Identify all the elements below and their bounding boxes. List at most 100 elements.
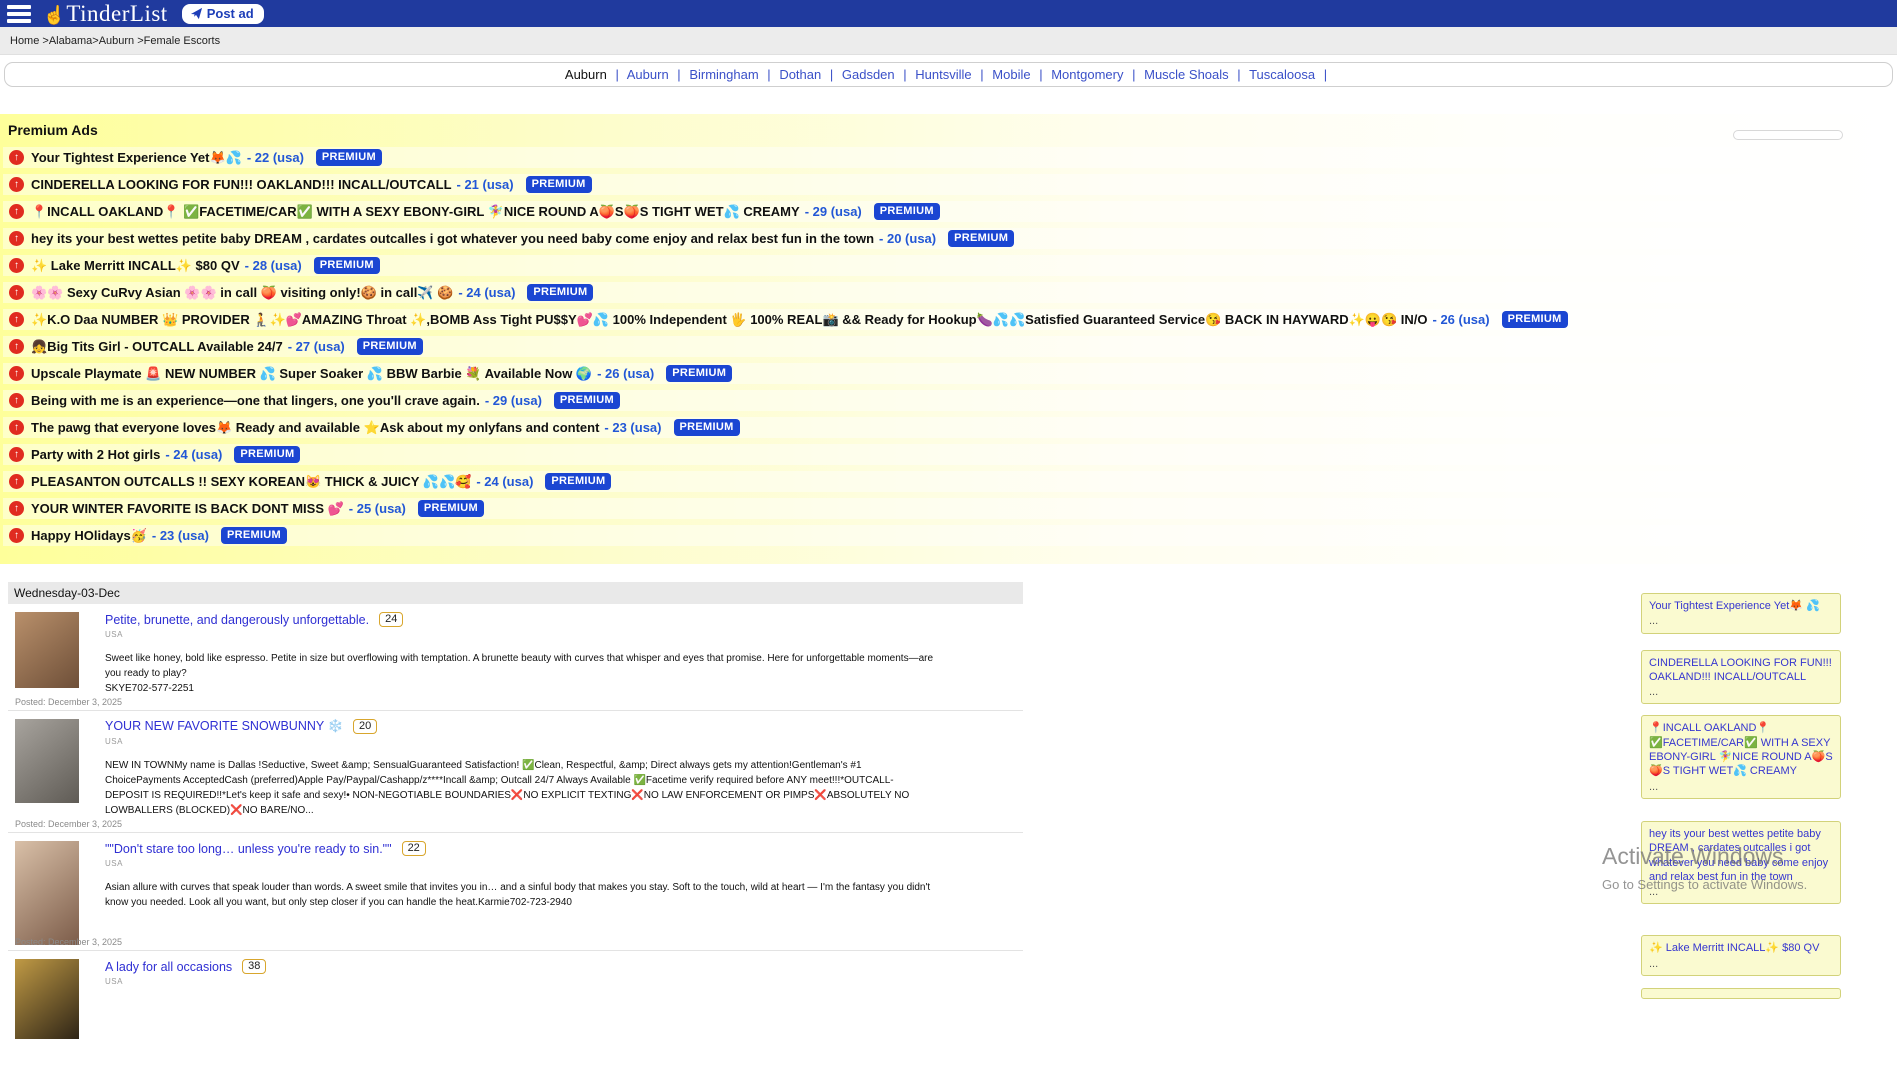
premium-badge[interactable]: PREMIUM [527, 284, 593, 301]
listing-title-link[interactable]: YOUR NEW FAVORITE SNOWBUNNY ❄️ [105, 719, 343, 734]
breadcrumb-link[interactable]: Home [10, 35, 39, 47]
sidebar-ad-title[interactable]: hey its your best wettes petite baby DRE… [1649, 827, 1833, 884]
premium-ad-age: - 27 (usa) [288, 339, 345, 354]
premium-ad-row[interactable]: ↑ PLEASANTON OUTCALLS !! SEXY KOREAN😻 TH… [3, 471, 1887, 492]
premium-ad-row[interactable]: ↑ hey its your best wettes petite baby D… [3, 228, 1887, 249]
city-separator: | [1319, 67, 1332, 82]
breadcrumb-link[interactable]: Alabama [49, 35, 92, 47]
listing-photo[interactable] [15, 959, 79, 1039]
breadcrumb-link[interactable]: Female Escorts [144, 35, 220, 47]
premium-badge[interactable]: PREMIUM [666, 365, 732, 382]
premium-ad-title[interactable]: The pawg that everyone loves🦊 Ready and … [31, 420, 599, 436]
premium-badge[interactable]: PREMIUM [948, 230, 1014, 247]
sidebar-ad-box[interactable]: hey its your best wettes petite baby DRE… [1641, 821, 1841, 904]
premium-ad-row[interactable]: ↑ The pawg that everyone loves🦊 Ready an… [3, 417, 1887, 438]
premium-ad-age: - 24 (usa) [458, 285, 515, 300]
premium-ad-age: - 23 (usa) [152, 528, 209, 543]
city-link[interactable]: Auburn [565, 67, 607, 82]
premium-ad-row[interactable]: ↑ 🌸🌸 Sexy CuRvy Asian 🌸🌸 in call 🍑 visit… [3, 282, 1887, 303]
sidebar-ad-box[interactable]: 📍INCALL OAKLAND📍 ✅FACETIME/CAR✅ WITH A S… [1641, 715, 1841, 798]
premium-ad-title[interactable]: ✨ Lake Merritt INCALL✨ $80 QV [31, 258, 240, 274]
listing-age-badge: 38 [242, 959, 266, 974]
breadcrumb: Home > Alabama > Auburn > Female Escorts [0, 27, 1897, 55]
premium-badge[interactable]: PREMIUM [357, 338, 423, 355]
premium-ad-title[interactable]: Your Tightest Experience Yet🦊💦 [31, 150, 242, 166]
premium-ad-title[interactable]: CINDERELLA LOOKING FOR FUN!!! OAKLAND!!!… [31, 177, 452, 192]
listing-photo[interactable] [15, 841, 79, 945]
listing-title-link[interactable]: A lady for all occasions [105, 960, 232, 974]
city-separator: | [762, 67, 775, 82]
up-arrow-icon: ↑ [9, 366, 24, 381]
site-logo[interactable]: ☝ TinderList [43, 1, 168, 27]
sidebar-ad-title[interactable]: Your Tightest Experience Yet🦊 💦 [1649, 599, 1833, 613]
listing-description: Sweet like honey, bold like espresso. Pe… [105, 651, 935, 681]
premium-ad-title[interactable]: hey its your best wettes petite baby DRE… [31, 231, 874, 246]
premium-ad-title[interactable]: YOUR WINTER FAVORITE IS BACK DONT MISS 💕 [31, 501, 344, 517]
city-link[interactable]: Mobile [992, 67, 1030, 82]
premium-badge[interactable]: PREMIUM [234, 446, 300, 463]
city-link[interactable]: Muscle Shoals [1144, 67, 1229, 82]
premium-ad-title[interactable]: PLEASANTON OUTCALLS !! SEXY KOREAN😻 THIC… [31, 474, 471, 490]
premium-ad-row[interactable]: ↑ ✨K.O Daa NUMBER 👑 PROVIDER 🧎✨💕AMAZING … [3, 309, 1887, 330]
premium-badge[interactable]: PREMIUM [314, 257, 380, 274]
listing-description: Asian allure with curves that speak loud… [105, 880, 935, 910]
sidebar-ad-title[interactable]: CINDERELLA LOOKING FOR FUN!!! OAKLAND!!!… [1649, 656, 1833, 685]
premium-ad-title[interactable]: 📍INCALL OAKLAND📍 ✅FACETIME/CAR✅ WITH A S… [31, 204, 800, 220]
post-ad-label: Post ad [207, 6, 254, 21]
breadcrumb-link[interactable]: Auburn [99, 35, 134, 47]
city-link[interactable]: Gadsden [842, 67, 895, 82]
premium-badge[interactable]: PREMIUM [418, 500, 484, 517]
city-link[interactable]: Tuscaloosa [1249, 67, 1315, 82]
listings: Petite, brunette, and dangerously unforg… [0, 604, 1897, 1071]
listing-title-link[interactable]: ""Don't stare too long… unless you're re… [105, 842, 392, 856]
sidebar-ad-box[interactable]: ✨ Lake Merritt INCALL✨ $80 QV ... [1641, 935, 1841, 976]
premium-badge[interactable]: PREMIUM [874, 203, 940, 220]
premium-ad-title[interactable]: Upscale Playmate 🚨 NEW NUMBER 💦 Super So… [31, 366, 592, 382]
city-separator: | [1232, 67, 1245, 82]
premium-ad-title[interactable]: ✨K.O Daa NUMBER 👑 PROVIDER 🧎✨💕AMAZING Th… [31, 312, 1428, 328]
sidebar-ad-box[interactable]: CINDERELLA LOOKING FOR FUN!!! OAKLAND!!!… [1641, 650, 1841, 705]
premium-ad-row[interactable]: ↑ Party with 2 Hot girls - 24 (usa) PREM… [3, 444, 1887, 465]
up-arrow-icon: ↑ [9, 420, 24, 435]
city-link[interactable]: Dothan [779, 67, 821, 82]
premium-ad-title[interactable]: Being with me is an experience—one that … [31, 393, 480, 408]
sidebar-ad-title[interactable]: 📍INCALL OAKLAND📍 ✅FACETIME/CAR✅ WITH A S… [1649, 721, 1833, 778]
premium-badge[interactable]: PREMIUM [221, 527, 287, 544]
premium-ad-row[interactable]: ↑ ✨ Lake Merritt INCALL✨ $80 QV - 28 (us… [3, 255, 1887, 276]
premium-badge[interactable]: PREMIUM [554, 392, 620, 409]
premium-ad-row[interactable]: ↑ Your Tightest Experience Yet🦊💦 - 22 (u… [3, 147, 1887, 168]
premium-ad-title[interactable]: 🌸🌸 Sexy CuRvy Asian 🌸🌸 in call 🍑 visitin… [31, 285, 453, 301]
listing-posted-date: Posted: December 3, 2025 [15, 819, 122, 829]
listing-posted-date: Posted: December 3, 2025 [15, 937, 122, 947]
city-link[interactable]: Montgomery [1051, 67, 1123, 82]
premium-badge[interactable]: PREMIUM [526, 176, 592, 193]
premium-ad-row[interactable]: ↑ Being with me is an experience—one tha… [3, 390, 1887, 411]
premium-ad-title[interactable]: Party with 2 Hot girls [31, 447, 160, 462]
city-link[interactable]: Huntsville [915, 67, 971, 82]
premium-badge[interactable]: PREMIUM [545, 473, 611, 490]
post-ad-button[interactable]: Post ad [182, 4, 264, 24]
premium-ad-row[interactable]: ↑ Upscale Playmate 🚨 NEW NUMBER 💦 Super … [3, 363, 1887, 384]
premium-ad-row[interactable]: ↑ YOUR WINTER FAVORITE IS BACK DONT MISS… [3, 498, 1887, 519]
sidebar-ad-box[interactable]: Your Tightest Experience Yet🦊 💦 ... [1641, 593, 1841, 634]
listing-title-link[interactable]: Petite, brunette, and dangerously unforg… [105, 613, 369, 627]
listing-photo[interactable] [15, 719, 79, 803]
up-arrow-icon: ↑ [9, 339, 24, 354]
premium-ad-row[interactable]: ↑ 📍INCALL OAKLAND📍 ✅FACETIME/CAR✅ WITH A… [3, 201, 1887, 222]
city-link[interactable]: Auburn [627, 67, 669, 82]
premium-ad-row[interactable]: ↑ CINDERELLA LOOKING FOR FUN!!! OAKLAND!… [3, 174, 1887, 195]
sidebar-ad-title[interactable]: ✨ Lake Merritt INCALL✨ $80 QV [1649, 941, 1833, 955]
city-link[interactable]: Birmingham [689, 67, 758, 82]
premium-ad-age: - 28 (usa) [245, 258, 302, 273]
premium-ad-title[interactable]: 👧Big Tits Girl - OUTCALL Available 24/7 [31, 339, 283, 355]
premium-badge[interactable]: PREMIUM [674, 419, 740, 436]
listing-photo[interactable] [15, 612, 79, 688]
premium-badge[interactable]: PREMIUM [1502, 311, 1568, 328]
premium-badge[interactable]: PREMIUM [316, 149, 382, 166]
floating-input[interactable] [1733, 130, 1843, 140]
premium-ad-row[interactable]: ↑ Happy HOlidays🥳 - 23 (usa) PREMIUM [3, 525, 1887, 546]
hamburger-menu-icon[interactable] [7, 5, 31, 23]
sidebar-ad-box[interactable] [1641, 988, 1841, 999]
premium-ad-title[interactable]: Happy HOlidays🥳 [31, 528, 147, 544]
premium-ad-row[interactable]: ↑ 👧Big Tits Girl - OUTCALL Available 24/… [3, 336, 1887, 357]
